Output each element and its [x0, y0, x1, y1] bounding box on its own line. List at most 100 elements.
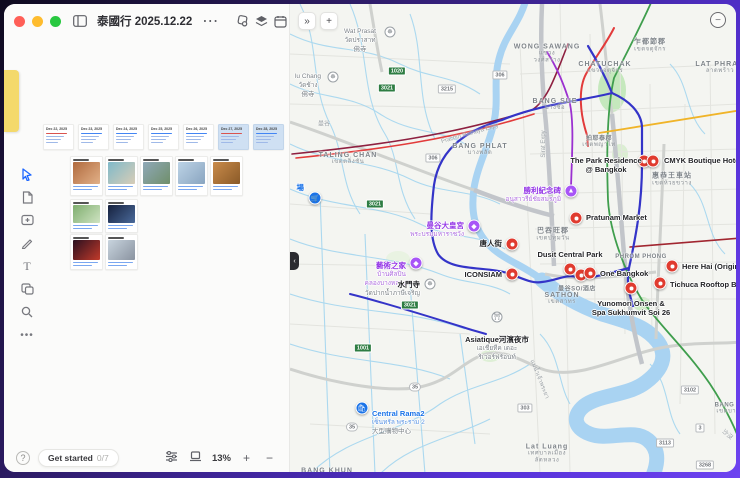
temple-poi-icon[interactable]: ☸	[328, 72, 339, 83]
sidebar-toggle-icon[interactable]	[73, 12, 87, 30]
select-tool-icon[interactable]	[17, 166, 37, 182]
photo-card-link-line	[213, 186, 238, 188]
layers-icon[interactable]	[255, 12, 268, 30]
frame-view-icon[interactable]	[274, 12, 287, 30]
map-expand-button[interactable]: »	[298, 12, 316, 30]
blue-place-marker[interactable]: 🛒	[309, 192, 322, 205]
red-place-marker[interactable]	[625, 282, 638, 295]
red-place-marker[interactable]	[570, 212, 583, 225]
day-card-text-line	[256, 133, 277, 135]
photo-card-link-line	[108, 189, 127, 191]
pen-tool-icon[interactable]	[17, 235, 37, 251]
red-place-marker[interactable]	[506, 268, 519, 281]
photo-card-link-line	[73, 265, 92, 267]
shape-tool-icon[interactable]	[17, 281, 37, 297]
photo-card-link-line	[108, 225, 133, 227]
map-pane[interactable]: » + − ‹ WONG SAWANGแขวงวงศ์สว่างCHATUCHA…	[290, 4, 736, 472]
photo-card-link-line	[213, 189, 232, 191]
zoom-in-button[interactable]: +	[239, 451, 254, 465]
purple-place-marker[interactable]: ◆	[468, 220, 481, 233]
map-pin-icon: ▲	[565, 185, 578, 198]
day-card-date: Dec 23, 2025	[81, 127, 106, 131]
day-card-text-line	[151, 139, 166, 141]
temple-poi-icon[interactable]: ☸	[425, 279, 436, 290]
day-card[interactable]: Dec 22, 2025	[43, 124, 74, 150]
sticky-note-tab[interactable]	[4, 70, 19, 132]
photo-card[interactable]	[210, 156, 243, 196]
day-card[interactable]: Dec 28, 2025	[253, 124, 284, 150]
photo-card[interactable]	[70, 234, 103, 270]
day-card[interactable]: Dec 26, 2025	[183, 124, 214, 150]
red-place-marker[interactable]	[654, 277, 667, 290]
photo-card[interactable]	[105, 199, 138, 233]
day-card[interactable]: Dec 25, 2025	[148, 124, 179, 150]
day-card-text-line	[221, 139, 236, 141]
red-place-marker[interactable]	[666, 260, 679, 273]
map-pin-icon	[570, 212, 583, 225]
help-icon[interactable]: ?	[16, 451, 30, 465]
minimize-window-button[interactable]	[32, 16, 43, 27]
zoom-level[interactable]: 13%	[212, 453, 231, 464]
get-started-count: 0/7	[97, 453, 109, 463]
photo-card-title-line	[213, 159, 229, 161]
day-card-text-line	[116, 133, 137, 135]
day-card-text-line	[81, 142, 93, 144]
day-card-text-line	[151, 133, 172, 135]
day-card-text-line	[186, 142, 198, 144]
note-tool-icon[interactable]	[17, 189, 37, 205]
purple-place-marker[interactable]: ▲	[565, 185, 578, 198]
map-collapse-icon[interactable]: −	[710, 12, 726, 28]
map-add-tab-button[interactable]: +	[320, 12, 338, 30]
view-settings-icon[interactable]	[164, 449, 180, 467]
frame-tool-icon[interactable]	[17, 212, 37, 228]
map-pin-icon	[506, 238, 519, 251]
photo-thumbnail	[73, 162, 100, 184]
window-header: 泰國行 2025.12.22 ⋯ ▼	[4, 4, 289, 38]
get-started-button[interactable]: Get started 0/7	[38, 449, 119, 467]
photo-card[interactable]	[70, 156, 103, 196]
photo-card-title-line	[108, 159, 124, 161]
photo-card-link-line	[108, 262, 133, 264]
temple-poi-icon[interactable]: ☸	[385, 27, 396, 38]
day-card-text-line	[221, 133, 242, 135]
text-tool-icon[interactable]: T	[17, 258, 37, 274]
map-pin-icon: 🛍	[356, 402, 369, 415]
maximize-window-button[interactable]	[50, 16, 61, 27]
whiteboard-status-bar: ? Get started 0/7 13% + −	[4, 444, 289, 472]
edgeless-toolbar: T •••	[15, 166, 39, 343]
close-window-button[interactable]	[14, 16, 25, 27]
photo-card[interactable]	[140, 156, 173, 196]
more-menu-icon[interactable]: ⋯	[202, 12, 218, 30]
red-place-marker[interactable]	[647, 155, 660, 168]
day-card-text-line	[256, 139, 271, 141]
blue-place-marker[interactable]: 🛍	[356, 402, 369, 415]
page-title: 泰國行 2025.12.22	[97, 13, 192, 29]
photo-thumbnail	[143, 162, 170, 184]
map-pin-icon: ◆	[410, 257, 423, 270]
day-card[interactable]: Dec 23, 2025	[78, 124, 109, 150]
photo-thumbnail	[178, 162, 205, 184]
purple-place-marker[interactable]: ◆	[410, 257, 423, 270]
photo-thumbnail	[73, 240, 100, 260]
present-icon[interactable]	[236, 12, 249, 30]
present-mode-icon[interactable]	[188, 449, 204, 467]
photo-card[interactable]	[175, 156, 208, 196]
photo-card[interactable]	[105, 156, 138, 196]
red-place-marker[interactable]	[506, 238, 519, 251]
more-tools-icon[interactable]: •••	[17, 327, 37, 343]
temple-poi-icon[interactable]: ⛩	[492, 312, 503, 323]
zoom-out-button[interactable]: −	[262, 451, 277, 465]
pane-resize-handle[interactable]: ‹	[290, 252, 299, 270]
day-card[interactable]: Dec 24, 2025	[113, 124, 144, 150]
day-card-text-line	[81, 133, 102, 135]
photo-card[interactable]	[70, 199, 103, 233]
day-card-text-line	[221, 142, 233, 144]
day-card[interactable]: Dec 27, 2025	[218, 124, 249, 150]
red-place-marker[interactable]	[584, 267, 597, 280]
photo-thumbnail	[108, 205, 135, 223]
map-pin-icon: ◆	[468, 220, 481, 233]
day-card-text-line	[151, 142, 163, 144]
day-card-text-line	[46, 139, 61, 141]
search-icon[interactable]	[17, 304, 37, 320]
photo-card[interactable]	[105, 234, 138, 270]
